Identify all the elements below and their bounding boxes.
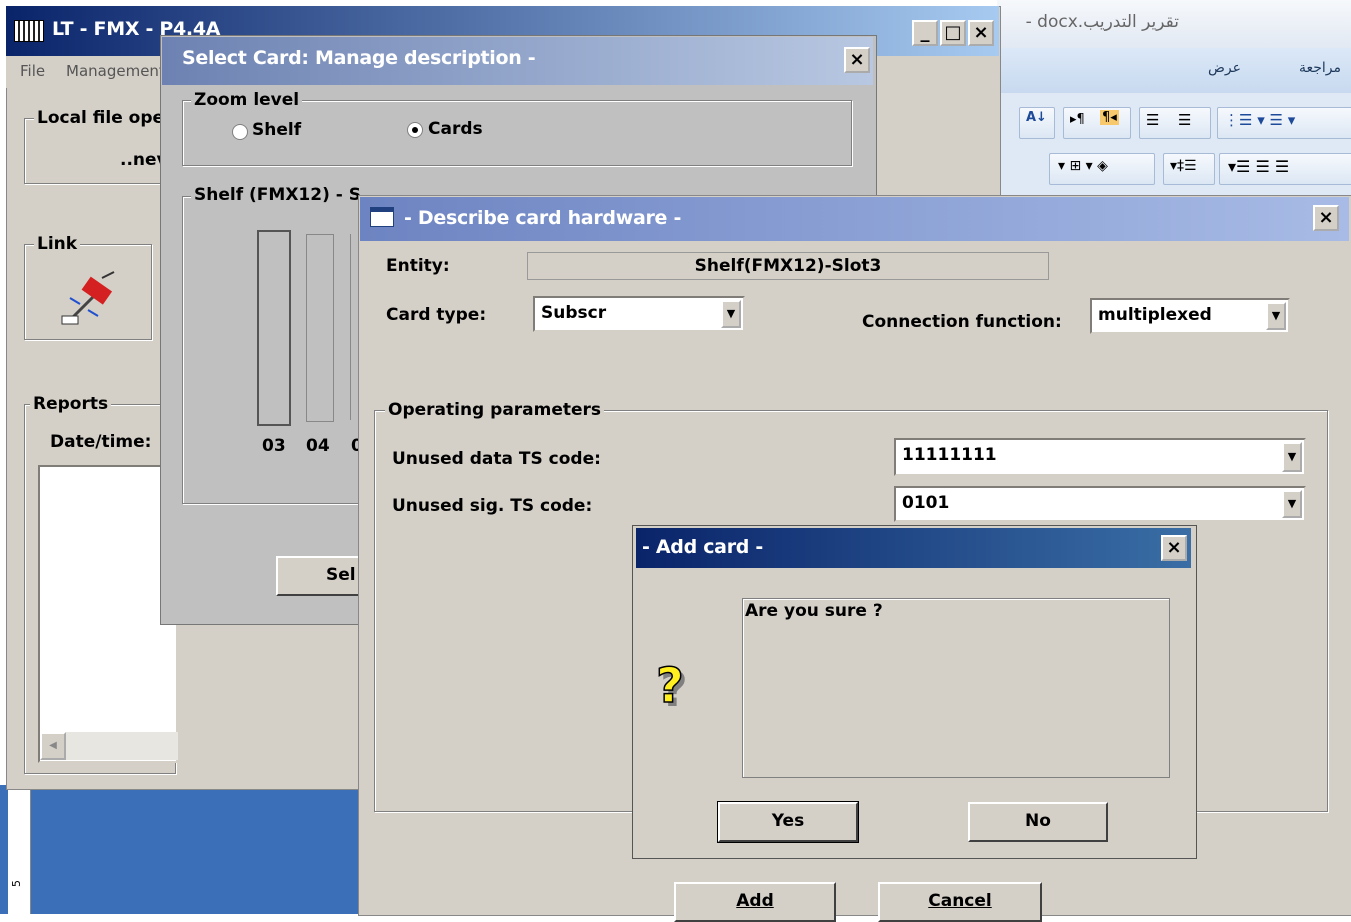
chevron-down-icon[interactable]: ▼: [721, 300, 741, 328]
window-icon: [370, 207, 394, 227]
app-icon: [14, 20, 44, 42]
word-document-area: [0, 785, 360, 914]
reports-label: Reports: [30, 394, 112, 414]
word-tab-view[interactable]: عرض: [1208, 60, 1241, 76]
cards-radio-label: Cards: [428, 119, 483, 139]
describe-card-title: - Describe card hardware -: [404, 207, 682, 229]
menu-management[interactable]: Management: [66, 62, 165, 80]
vertical-ruler: 5: [8, 787, 31, 914]
describe-close-button[interactable]: ×: [1313, 205, 1339, 231]
add-card-title: - Add card -: [642, 536, 763, 558]
entity-value: Shelf(FMX12)-Slot3: [694, 256, 882, 276]
shelf-label: Shelf (FMX12) - S: [191, 185, 364, 205]
reports-list[interactable]: [38, 465, 178, 763]
cards-radio[interactable]: [407, 122, 423, 138]
minimize-button[interactable]: _: [912, 20, 938, 46]
link-label: Link: [34, 234, 81, 254]
word-tab-review[interactable]: مراجعة: [1299, 60, 1341, 76]
menu-file[interactable]: File: [20, 62, 45, 80]
slot-label-03: 03: [262, 436, 286, 456]
slot-label-04: 04: [306, 436, 330, 456]
chevron-down-icon[interactable]: ▼: [1282, 442, 1302, 472]
question-icon: ? ?: [655, 660, 688, 718]
chevron-down-icon[interactable]: ▼: [1266, 302, 1286, 330]
shelf-radio[interactable]: [232, 124, 248, 140]
unused-sig-select[interactable]: 0101 ▼: [894, 486, 1306, 522]
word-toolbar: A↓ ▸¶ ¶◂ ☰ ☰ ⋮☰ ▾ ☰ ▾ ▾ ⊞ ▾ ◈ ▾‡☰ ▾☰ ☰ ☰: [997, 93, 1351, 203]
text-direction-group[interactable]: ▸¶ ¶◂: [1063, 107, 1131, 139]
message-box: Are you sure ?: [742, 598, 1170, 778]
unused-data-select[interactable]: 11111111 ▼: [894, 438, 1306, 476]
maximize-button[interactable]: □: [940, 20, 966, 46]
word-ribbon: مراجعة عرض: [997, 48, 1351, 94]
sort-icon[interactable]: A↓: [1019, 107, 1055, 139]
horizontal-scrollbar[interactable]: ◀: [40, 732, 178, 760]
add-button[interactable]: Add: [674, 882, 836, 922]
card-type-label: Card type:: [386, 305, 487, 325]
describe-card-titlebar: - Describe card hardware - ×: [360, 197, 1349, 241]
align-group[interactable]: ▾☰ ☰ ☰: [1219, 153, 1351, 185]
line-spacing-icon[interactable]: ▾‡☰: [1163, 153, 1215, 185]
select-card-close-button[interactable]: ×: [844, 47, 870, 73]
cancel-button[interactable]: Cancel: [878, 882, 1042, 922]
operating-parameters-label: Operating parameters: [385, 400, 605, 420]
link-icon[interactable]: [58, 268, 120, 330]
word-title-text: تقرير التدريب.docx -: [1025, 12, 1179, 32]
no-button[interactable]: No: [968, 802, 1108, 842]
close-button[interactable]: ×: [968, 20, 994, 46]
select-card-titlebar: Select Card: Manage description - ×: [162, 37, 873, 85]
shelf-radio-label: Shelf: [252, 120, 302, 140]
indent-group[interactable]: ☰ ☰: [1139, 107, 1211, 139]
add-card-titlebar: - Add card - ×: [636, 528, 1191, 568]
select-card-title: Select Card: Manage description -: [182, 47, 536, 69]
chevron-down-icon[interactable]: ▼: [1282, 490, 1302, 518]
entity-value-field: Shelf(FMX12)-Slot3: [527, 252, 1049, 280]
border-shading-group[interactable]: ▾ ⊞ ▾ ◈: [1049, 153, 1155, 185]
svg-text:?: ?: [656, 660, 684, 714]
local-file-label: Local file ope: [34, 108, 168, 128]
connection-function-select[interactable]: multiplexed ▼: [1090, 298, 1290, 334]
entity-label: Entity:: [386, 256, 450, 276]
confirm-message: Are you sure ?: [745, 601, 883, 621]
slot-04[interactable]: [306, 234, 334, 422]
zoom-level-label: Zoom level: [191, 90, 303, 110]
ruler-mark: 5: [10, 880, 23, 887]
connection-function-label: Connection function:: [862, 312, 1062, 332]
scroll-left-button[interactable]: ◀: [40, 732, 66, 760]
add-card-close-button[interactable]: ×: [1161, 535, 1187, 561]
date-time-header: Date/time:: [50, 432, 152, 452]
unused-sig-label: Unused sig. TS code:: [392, 496, 593, 516]
unused-data-label: Unused data TS code:: [392, 449, 601, 469]
list-group[interactable]: ⋮☰ ▾ ☰ ▾: [1217, 107, 1351, 139]
yes-button[interactable]: Yes: [717, 801, 859, 843]
card-type-select[interactable]: Subscr ▼: [533, 296, 745, 332]
select-button[interactable]: Sel: [276, 556, 366, 596]
slot-03[interactable]: [257, 230, 291, 426]
word-titlebar: تقرير التدريب.docx -: [997, 0, 1351, 48]
